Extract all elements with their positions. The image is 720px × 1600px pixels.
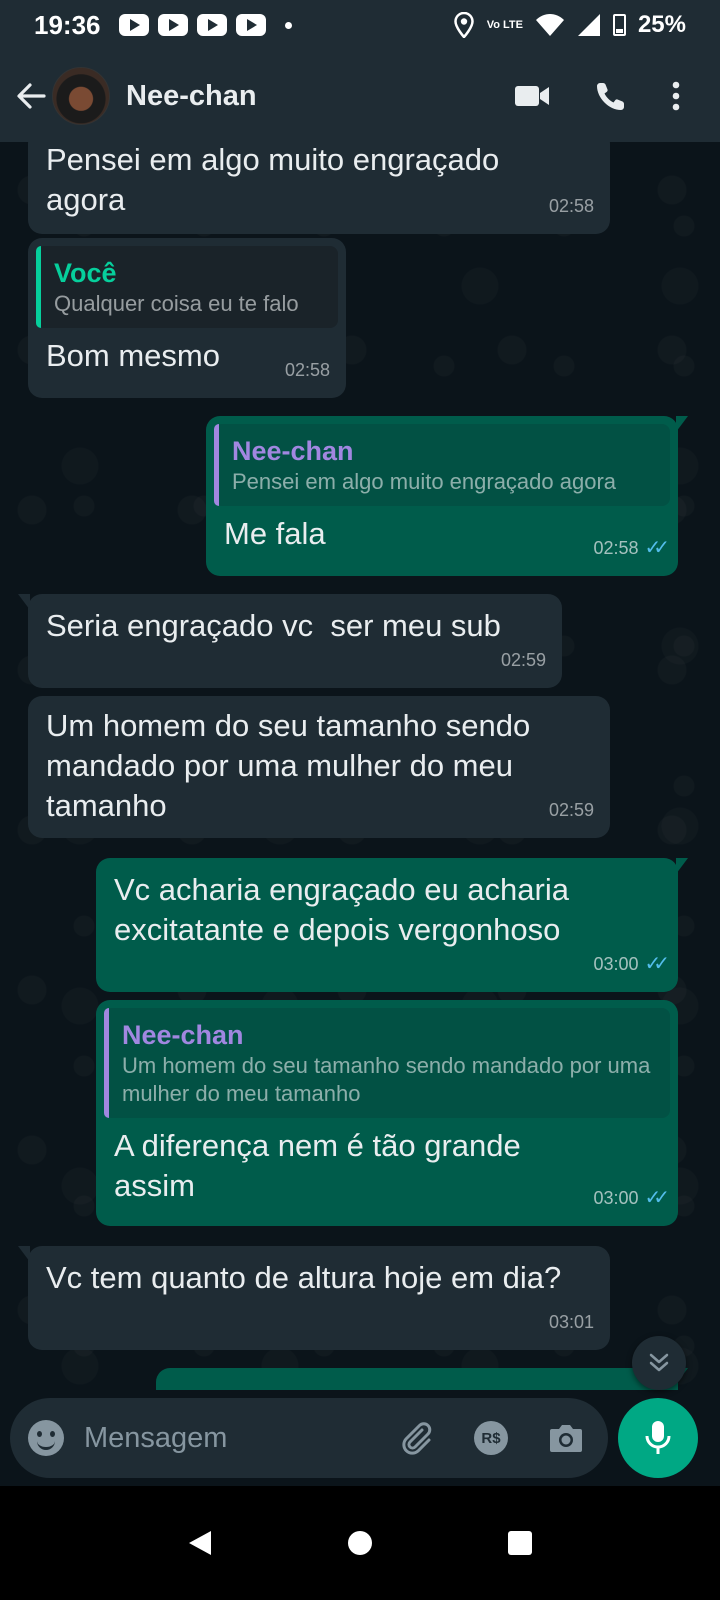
status-bar: 19:36 Vo LTE 25% bbox=[0, 0, 720, 50]
read-ticks-icon: ✓✓ bbox=[644, 537, 669, 559]
quoted-text: Um homem do seu tamanho sendo mandado po… bbox=[122, 1053, 651, 1106]
quoted-message[interactable]: Nee-chan Pensei em algo muito engraçado … bbox=[214, 424, 670, 506]
message-incoming[interactable]: Vc tem quanto de altura hoje em dia? 03:… bbox=[18, 1246, 610, 1350]
message-composer: Mensagem R$ bbox=[10, 1398, 608, 1478]
message-incoming[interactable]: Pensei em algo muito engraçado agora 02:… bbox=[28, 142, 610, 234]
signal-icon bbox=[577, 14, 600, 36]
message-outgoing[interactable]: Nee-chan Um homem do seu tamanho sendo m… bbox=[96, 1000, 678, 1226]
payment-button[interactable]: R$ bbox=[474, 1421, 508, 1455]
contact-name[interactable]: Nee-chan bbox=[126, 80, 257, 113]
emoji-icon[interactable] bbox=[28, 1420, 64, 1456]
quoted-sender: Nee-chan bbox=[122, 1020, 244, 1050]
youtube-notification-icon bbox=[157, 14, 188, 36]
quoted-text: Qualquer coisa eu te falo bbox=[54, 291, 299, 316]
quoted-message[interactable]: Nee-chan Um homem do seu tamanho sendo m… bbox=[104, 1008, 670, 1118]
message-time: 02:59 bbox=[548, 800, 594, 820]
wifi-icon bbox=[535, 14, 564, 36]
message-time: 02:58 bbox=[548, 196, 594, 216]
attach-icon[interactable] bbox=[398, 1420, 434, 1456]
youtube-notification-icon bbox=[118, 14, 149, 36]
more-notifications-dot-icon bbox=[284, 21, 292, 29]
video-call-icon[interactable] bbox=[514, 84, 550, 108]
message-outgoing-partial[interactable] bbox=[156, 1368, 688, 1390]
message-outgoing[interactable]: Nee-chan Pensei em algo muito engraçado … bbox=[206, 416, 688, 576]
message-text: Vc tem quanto de altura hoje em dia? bbox=[46, 1260, 562, 1295]
message-text: Um homem do seu tamanho sendo mandado po… bbox=[46, 708, 531, 823]
battery-percent: 25% bbox=[637, 11, 686, 38]
back-arrow-icon[interactable] bbox=[14, 79, 48, 113]
location-icon bbox=[453, 12, 474, 38]
message-time: 02:58 bbox=[284, 360, 330, 380]
message-time: 02:58 ✓✓ bbox=[593, 528, 669, 568]
read-ticks-icon: ✓✓ bbox=[644, 1187, 669, 1209]
camera-icon[interactable] bbox=[548, 1422, 584, 1454]
quoted-text: Pensei em algo muito engraçado agora bbox=[232, 469, 617, 494]
nav-recents-icon[interactable] bbox=[507, 1530, 533, 1556]
message-incoming[interactable]: Um homem do seu tamanho sendo mandado po… bbox=[28, 696, 610, 838]
quoted-sender: Nee-chan bbox=[232, 436, 354, 466]
message-incoming[interactable]: Você Qualquer coisa eu te falo Bom mesmo… bbox=[28, 238, 346, 398]
message-incoming[interactable]: Seria engraçado vc ser meu sub 02:59 bbox=[18, 594, 562, 688]
scroll-to-bottom-button[interactable] bbox=[632, 1336, 686, 1390]
message-text: Seria engraçado vc ser meu sub bbox=[46, 608, 501, 643]
read-ticks-icon: ✓✓ bbox=[644, 953, 669, 975]
message-outgoing[interactable]: Vc acharia engraçado eu acharia excitata… bbox=[96, 858, 688, 992]
double-chevron-down-icon bbox=[649, 1353, 669, 1372]
volte-indicator: Vo LTE bbox=[486, 18, 523, 31]
chat-header: Nee-chan bbox=[0, 50, 720, 142]
contact-avatar[interactable] bbox=[52, 67, 110, 125]
system-navigation-bar bbox=[0, 1486, 720, 1600]
microphone-icon bbox=[645, 1421, 671, 1454]
youtube-notification-icon bbox=[235, 14, 266, 36]
message-text: Vc acharia engraçado eu acharia excitata… bbox=[114, 872, 569, 947]
status-time: 19:36 bbox=[34, 9, 101, 40]
nav-home-icon[interactable] bbox=[347, 1530, 373, 1556]
message-time: 03:00 ✓✓ bbox=[593, 1178, 669, 1218]
more-vert-icon[interactable] bbox=[672, 81, 680, 111]
message-text: Pensei em algo muito engraçado agora bbox=[46, 142, 500, 217]
message-time: 03:00 ✓✓ bbox=[593, 944, 669, 984]
youtube-notification-icon bbox=[196, 14, 227, 36]
message-time: 02:59 bbox=[500, 650, 546, 670]
quoted-message[interactable]: Você Qualquer coisa eu te falo bbox=[36, 246, 338, 328]
message-time: 03:01 bbox=[548, 1312, 594, 1332]
voice-message-button[interactable] bbox=[618, 1398, 698, 1478]
chat-messages[interactable]: Pensei em algo muito engraçado agora 02:… bbox=[0, 142, 720, 1390]
message-input[interactable]: Mensagem bbox=[84, 1422, 398, 1455]
quoted-sender: Você bbox=[54, 258, 117, 288]
phone-icon[interactable] bbox=[596, 81, 626, 111]
nav-back-icon[interactable] bbox=[187, 1529, 213, 1557]
message-text: A diferença nem é tão grande assim bbox=[114, 1128, 521, 1203]
battery-icon bbox=[612, 14, 626, 36]
